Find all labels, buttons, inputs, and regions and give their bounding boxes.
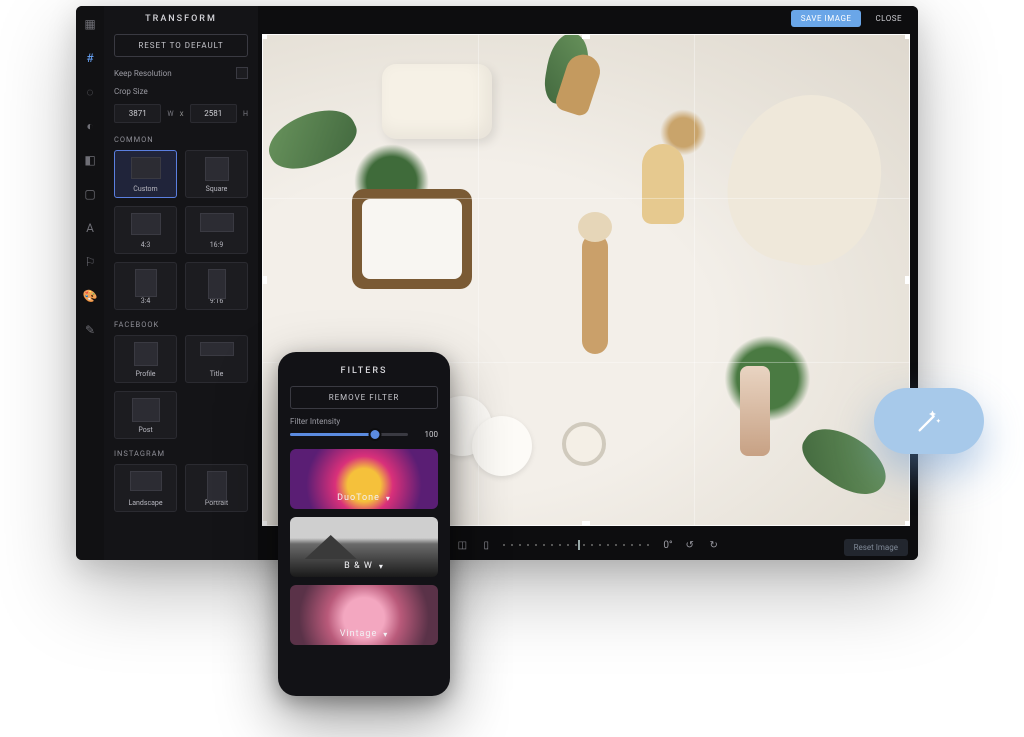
crop-height-input[interactable]: 2581 (190, 104, 237, 123)
crop-icon[interactable]: # (82, 50, 98, 66)
frame-icon[interactable]: ▢ (82, 186, 98, 202)
filters-title: FILTERS (290, 366, 438, 376)
crop-size-label: Crop Size (114, 87, 148, 96)
chevron-down-icon: ▾ (379, 562, 384, 571)
rotation-value: 0° (663, 540, 672, 551)
brush-icon[interactable]: ✎ (82, 322, 98, 338)
preset-4-3[interactable]: 4:3 (114, 206, 177, 254)
section-common-label: COMMON (114, 135, 248, 144)
filter-intensity-slider[interactable] (290, 433, 408, 436)
preset-grid-instagram: Landscape Portrait (114, 464, 248, 512)
flip-horizontal-icon[interactable]: ◫ (455, 538, 469, 552)
filter-vintage[interactable]: Vintage ▾ (290, 585, 438, 645)
preset-3-4[interactable]: 3:4 (114, 262, 177, 310)
preset-grid-common: Custom Square 4:3 16:9 3:4 9:16 (114, 150, 248, 310)
palette-icon[interactable]: 🎨 (82, 288, 98, 304)
rotation-slider[interactable] (503, 544, 653, 546)
section-facebook-label: FACEBOOK (114, 320, 248, 329)
grid-icon[interactable]: ▦ (82, 16, 98, 32)
close-button[interactable]: CLOSE (867, 10, 910, 27)
panel-title: TRANSFORM (114, 14, 248, 24)
dim-separator: x (180, 109, 184, 118)
height-suffix: H (243, 110, 248, 118)
preset-fb-post[interactable]: Post (114, 391, 177, 439)
section-instagram-label: INSTAGRAM (114, 449, 248, 458)
filter-label: DuoTone (337, 493, 380, 503)
reset-image-button[interactable]: Reset Image (844, 539, 908, 556)
transform-panel: TRANSFORM RESET TO DEFAULT Keep Resoluti… (104, 6, 258, 560)
keep-resolution-checkbox[interactable] (236, 67, 248, 79)
remove-filter-button[interactable]: REMOVE FILTER (290, 386, 438, 409)
preset-fb-profile[interactable]: Profile (114, 335, 177, 383)
crop-width-input[interactable]: 3871 (114, 104, 161, 123)
magic-wand-icon (915, 407, 943, 435)
topbar: SAVE IMAGE CLOSE (258, 6, 918, 30)
filter-intensity-label: Filter Intensity (290, 417, 438, 426)
filter-label: Vintage (340, 629, 378, 639)
tool-rail: ▦ # ◌ ◐ ◧ ▢ A ⚐ 🎨 ✎ (76, 6, 104, 560)
preset-16-9[interactable]: 16:9 (185, 206, 248, 254)
rotate-ccw-icon[interactable]: ↺ (683, 538, 697, 552)
darkroom-icon[interactable]: ◧ (82, 152, 98, 168)
width-suffix: W (167, 110, 173, 118)
keep-resolution-label: Keep Resolution (114, 69, 172, 78)
rotate-cw-icon[interactable]: ↻ (707, 538, 721, 552)
chevron-down-icon: ▾ (386, 494, 391, 503)
filter-label: B & W (344, 561, 373, 571)
filters-panel: FILTERS REMOVE FILTER Filter Intensity 1… (278, 352, 450, 696)
flip-vertical-icon[interactable]: ▯ (479, 538, 493, 552)
filter-duotone[interactable]: DuoTone ▾ (290, 449, 438, 509)
preset-grid-facebook: Profile Title Post (114, 335, 248, 439)
preset-fb-title[interactable]: Title (185, 335, 248, 383)
preset-square[interactable]: Square (185, 150, 248, 198)
slider-knob[interactable] (368, 428, 381, 441)
preset-custom[interactable]: Custom (114, 150, 177, 198)
preset-ig-landscape[interactable]: Landscape (114, 464, 177, 512)
filter-intensity-value: 100 (416, 430, 438, 439)
droplet-icon[interactable]: ◌ (82, 84, 98, 100)
reset-to-default-button[interactable]: RESET TO DEFAULT (114, 34, 248, 57)
save-image-button[interactable]: SAVE IMAGE (791, 10, 862, 27)
magic-wand-fab[interactable] (874, 388, 984, 454)
bookmark-icon[interactable]: ⚐ (82, 254, 98, 270)
chevron-down-icon: ▾ (383, 630, 388, 639)
filter-bw[interactable]: B & W ▾ (290, 517, 438, 577)
preset-ig-portrait[interactable]: Portrait (185, 464, 248, 512)
editor-window: ▦ # ◌ ◐ ◧ ▢ A ⚐ 🎨 ✎ TRANSFORM RESET TO D… (76, 6, 918, 560)
adjust-icon[interactable]: ◐ (82, 118, 98, 134)
text-icon[interactable]: A (82, 220, 98, 236)
preset-9-16[interactable]: 9:16 (185, 262, 248, 310)
